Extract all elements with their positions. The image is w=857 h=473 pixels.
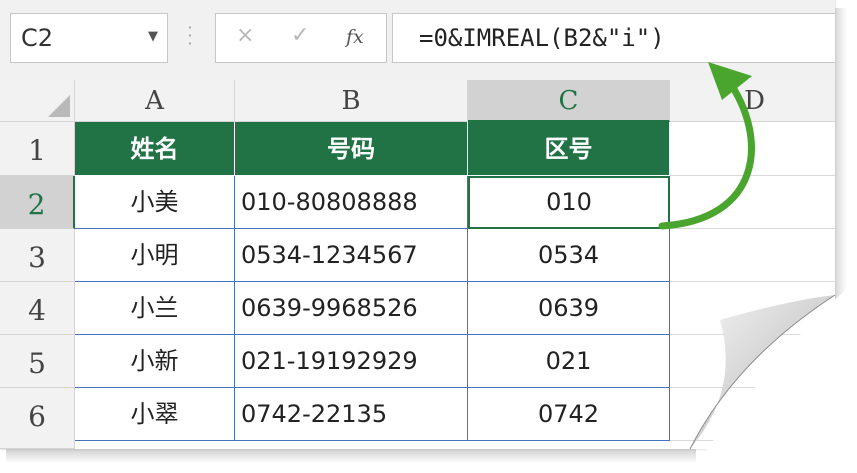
table-header-name[interactable]: 姓名 [75,122,235,176]
row-header-3[interactable]: 3 [0,229,75,282]
table-cell[interactable]: 小兰 [75,282,235,335]
sheet-shadow-right [835,8,847,408]
table-cell[interactable]: 021-19192929 [235,335,468,388]
table-cell[interactable]: 021 [468,335,670,388]
table-cell[interactable]: 0742-22135 [235,388,468,441]
row-header-1[interactable]: 1 [0,122,75,176]
name-box[interactable]: C2 ▼ [10,13,168,63]
chevron-down-icon[interactable]: ▼ [148,29,158,44]
table-header-number[interactable]: 号码 [235,122,468,176]
table-header-area-code[interactable]: 区号 [468,122,670,176]
column-header-b[interactable]: B [235,80,468,122]
formula-text: =0&IMREAL(B2&"i") [419,24,665,52]
cancel-icon[interactable]: × [236,23,254,48]
table-cell[interactable]: 小翠 [75,388,235,441]
row-header-2[interactable]: 2 [0,176,75,229]
spreadsheet-window: C2 ▼ · · · × ✓ fx =0&IMREAL(B2&"i") A B C … [0,0,835,449]
formula-bar-row: C2 ▼ · · · × ✓ fx =0&IMREAL(B2&"i") [0,0,835,80]
table-cell[interactable]: 0534 [468,229,670,282]
table-cell[interactable]: 小明 [75,229,235,282]
worksheet-grid: A B C D 1 2 3 4 5 6 姓名 号码 区号 小美 010-8080… [0,80,835,449]
cell-d1[interactable] [670,122,835,176]
insert-function-icon[interactable]: fx [346,26,364,48]
table-cell[interactable]: 0639-9968526 [235,282,468,335]
cell-d5[interactable] [670,335,835,388]
table-cell[interactable]: 0534-1234567 [235,229,468,282]
column-header-d[interactable]: D [670,80,835,122]
table-cell[interactable]: 010-80808888 [235,176,468,229]
table-cell[interactable]: 0742 [468,388,670,441]
select-all-triangle-icon [48,95,70,117]
sheet-shadow-bottom [6,449,696,463]
name-box-value: C2 [21,24,54,52]
drag-handle-icon[interactable]: · · · [185,20,195,52]
check-icon[interactable]: ✓ [291,23,309,48]
cell-d3[interactable] [670,229,835,282]
row-header-6[interactable]: 6 [0,388,75,449]
select-all-button[interactable] [0,80,75,122]
table-cell[interactable]: 0639 [468,282,670,335]
row-header-5[interactable]: 5 [0,335,75,388]
selected-cell-c2[interactable]: 010 [468,176,670,229]
formula-input[interactable]: =0&IMREAL(B2&"i") [392,13,835,63]
row-header-4[interactable]: 4 [0,282,75,335]
table-cell[interactable]: 小新 [75,335,235,388]
cell-d6[interactable] [670,388,835,441]
cell-d4[interactable] [670,282,835,335]
cell-d2[interactable] [670,176,835,229]
formula-buttons: × ✓ fx [215,13,387,63]
table-cell[interactable]: 小美 [75,176,235,229]
column-header-a[interactable]: A [75,80,235,122]
column-header-c[interactable]: C [468,80,670,122]
